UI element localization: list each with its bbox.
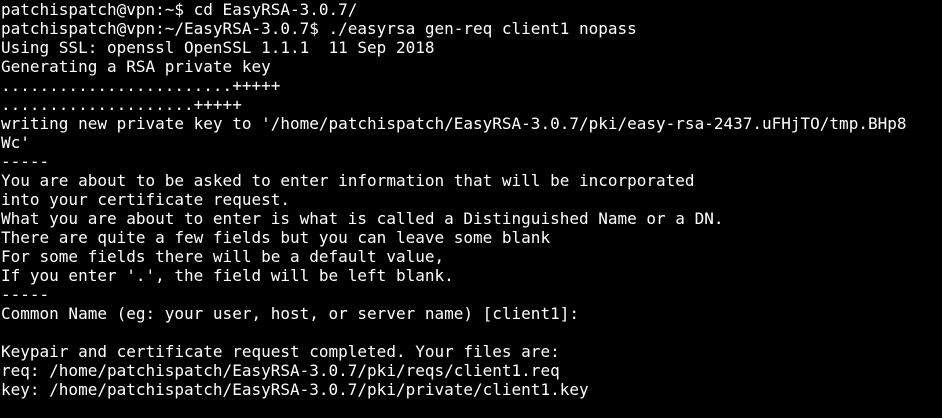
terminal-line-progress-2: ....................+++++ [1, 95, 242, 114]
terminal-window[interactable]: patchispatch@vpn:~$ cd EasyRSA-3.0.7/ pa… [0, 0, 942, 418]
terminal-line-info-1: You are about to be asked to enter infor… [1, 171, 695, 190]
terminal-line-progress-1: ........................+++++ [1, 76, 281, 95]
terminal-line-writing-key-cont: Wc' [1, 133, 30, 152]
terminal-line-key-path: key: /home/patchispatch/EasyRSA-3.0.7/pk… [1, 380, 589, 399]
terminal-line-completed: Keypair and certificate request complete… [1, 342, 560, 361]
terminal-line-separator-2: ----- [1, 285, 50, 304]
terminal-line-cd-command: patchispatch@vpn:~$ cd EasyRSA-3.0.7/ [1, 0, 358, 19]
terminal-line-gen-req-command: patchispatch@vpn:~/EasyRSA-3.0.7$ ./easy… [1, 19, 637, 38]
terminal-line-generating-key: Generating a RSA private key [1, 57, 271, 76]
terminal-line-info-4: There are quite a few fields but you can… [1, 228, 551, 247]
terminal-line-info-6: If you enter '.', the field will be left… [1, 266, 454, 285]
terminal-line-req-path: req: /home/patchispatch/EasyRSA-3.0.7/pk… [1, 361, 560, 380]
terminal-line-writing-key: writing new private key to '/home/patchi… [1, 114, 907, 133]
terminal-line-info-5: For some fields there will be a default … [1, 247, 445, 266]
terminal-line-separator-1: ----- [1, 152, 50, 171]
terminal-line-info-3: What you are about to enter is what is c… [1, 209, 724, 228]
terminal-line-ssl-version: Using SSL: openssl OpenSSL 1.1.1 11 Sep … [1, 38, 435, 57]
terminal-line-common-name-prompt: Common Name (eg: your user, host, or ser… [1, 304, 579, 323]
terminal-line-info-2: into your certificate request. [1, 190, 290, 209]
